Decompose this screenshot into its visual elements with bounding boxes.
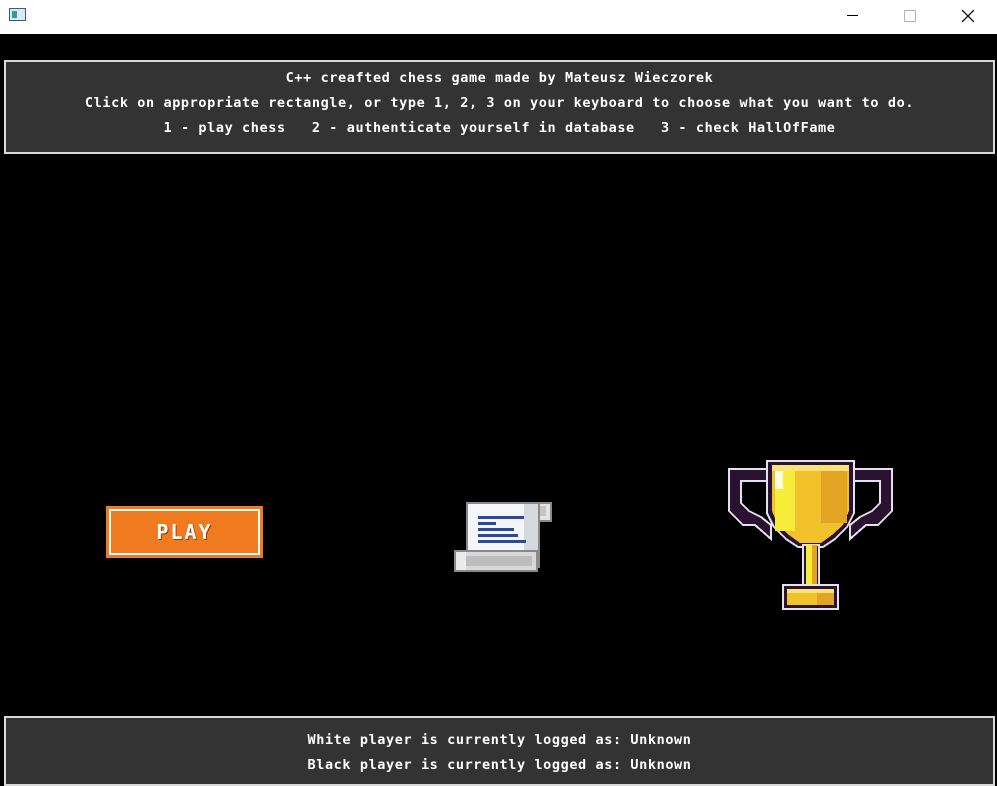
title-bar[interactable] [0, 0, 997, 34]
minimize-icon [847, 15, 858, 16]
options-text: 1 - play chess 2 - authenticate yourself… [163, 120, 836, 136]
minimize-button[interactable] [823, 0, 881, 32]
maximize-button[interactable] [881, 0, 939, 32]
white-player-status: White player is currently logged as: Unk… [307, 732, 692, 748]
instructions-panel: C++ creafted chess game made by Mateusz … [4, 60, 995, 154]
scroll-document-icon[interactable] [452, 498, 556, 574]
play-button[interactable]: PLAY [106, 506, 263, 558]
close-icon [962, 10, 974, 22]
close-button[interactable] [939, 0, 997, 32]
play-button-label: PLAY [109, 509, 260, 555]
maximize-icon [904, 10, 916, 22]
credits-text: C++ creafted chess game made by Mateusz … [285, 70, 714, 86]
black-player-status: Black player is currently logged as: Unk… [307, 757, 692, 773]
app-icon [9, 8, 26, 21]
trophy-icon[interactable] [727, 459, 894, 611]
game-window: C++ creafted chess game made by Mateusz … [0, 0, 997, 786]
login-status-panel: White player is currently logged as: Unk… [4, 716, 995, 786]
instructions-text: Click on appropriate rectangle, or type … [84, 95, 915, 111]
